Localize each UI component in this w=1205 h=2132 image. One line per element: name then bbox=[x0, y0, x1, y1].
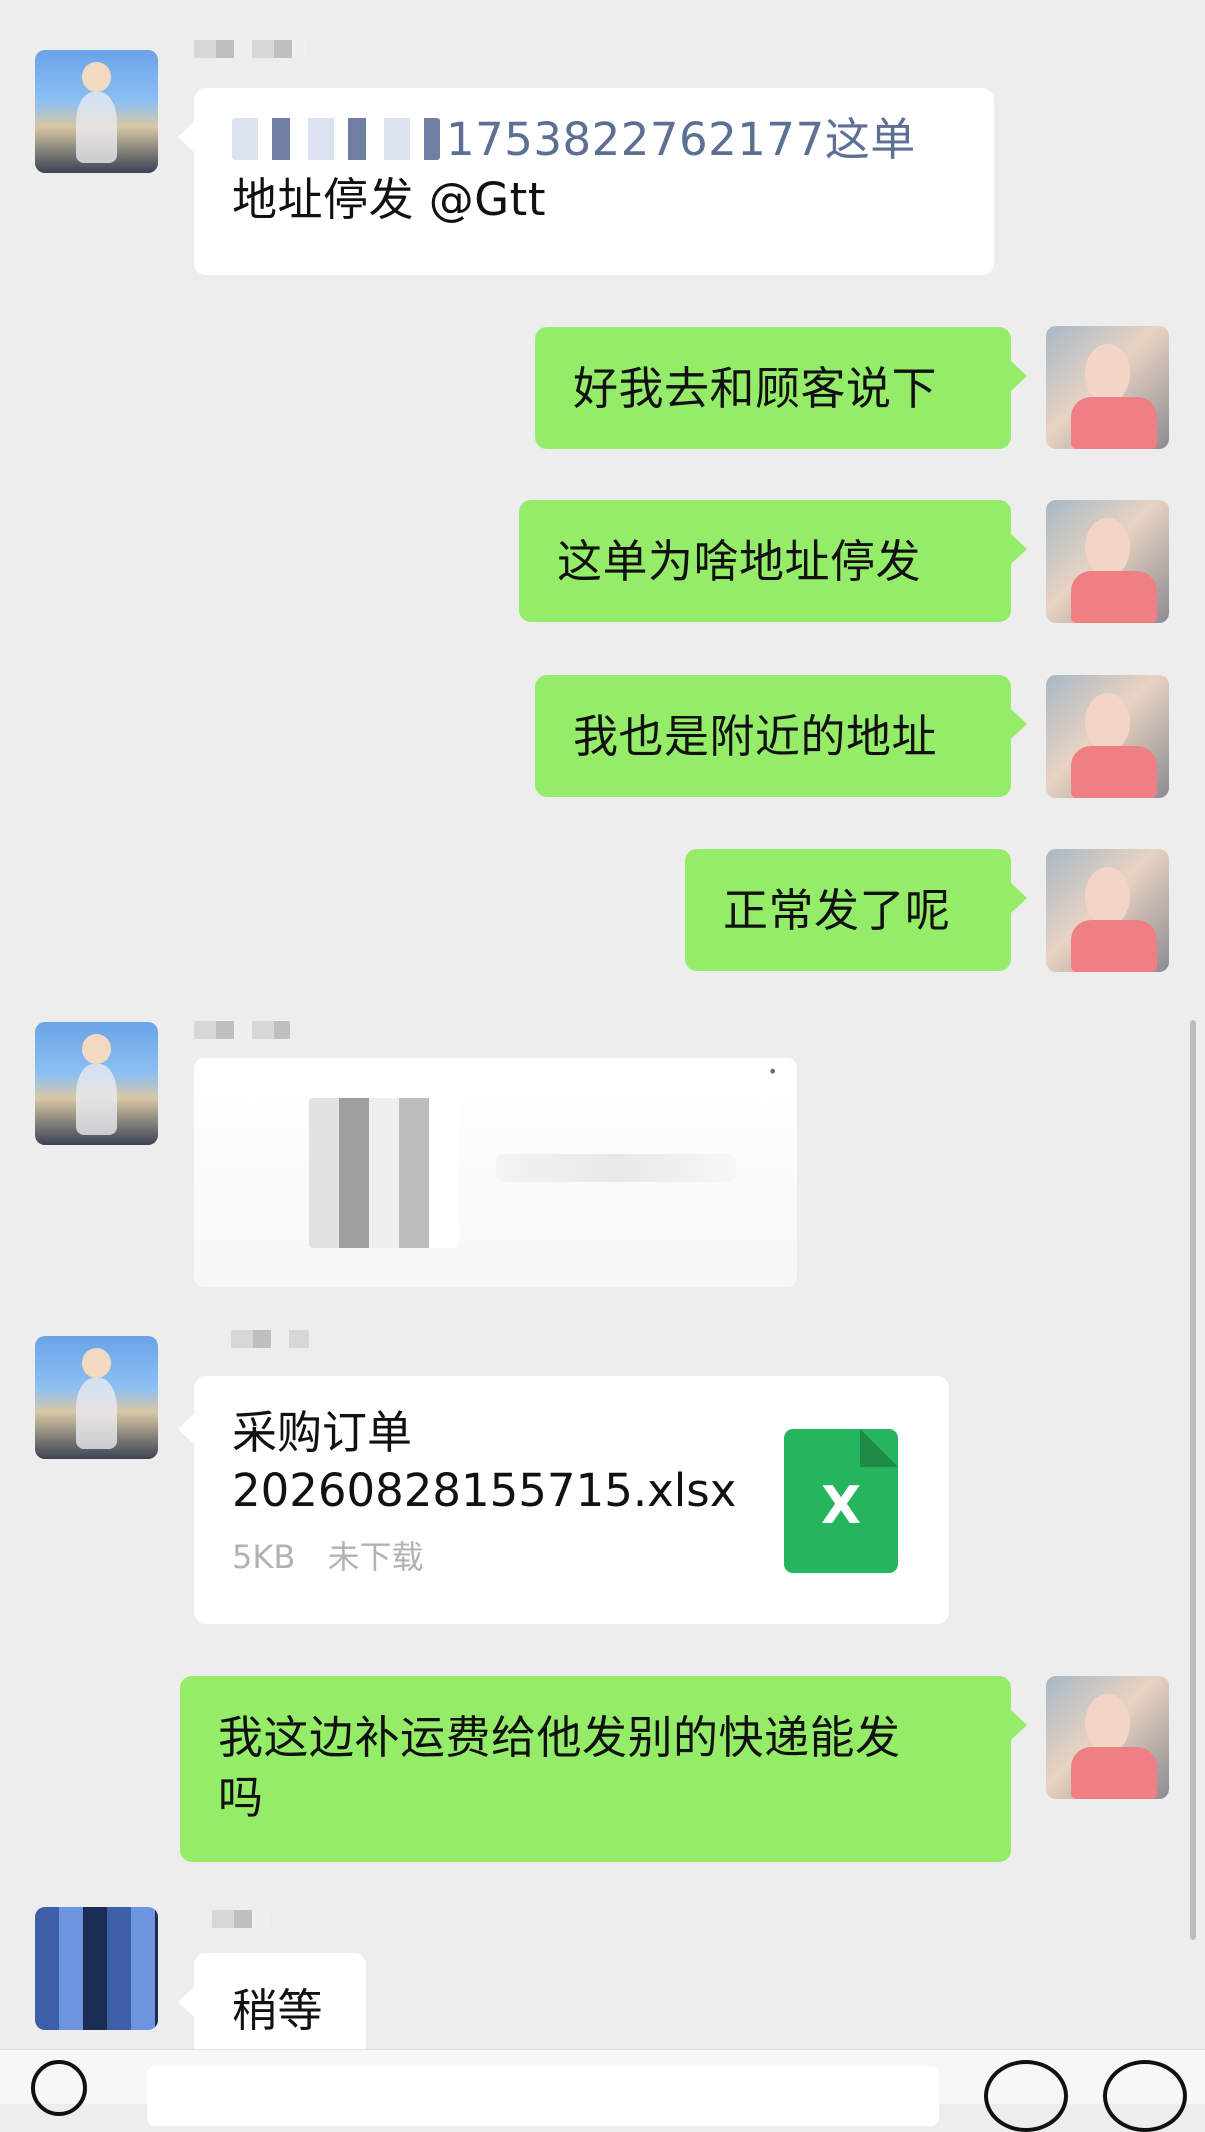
file-message[interactable]: 采购订单 20260828155715.xlsx 5KB 未下载 X bbox=[178, 1376, 949, 1624]
file-status: 未下载 bbox=[327, 1538, 424, 1576]
chat-window: 1753822762177这单 地址停发 @Gtt 好我去和顾客说下 这单为啥地… bbox=[0, 0, 1205, 2132]
image-corner-mark: • bbox=[768, 1062, 778, 1081]
avatar-face bbox=[1085, 518, 1130, 578]
avatar-face bbox=[81, 1034, 112, 1064]
message-line-1: 我这边补运费给他发别的快递能发 bbox=[218, 1711, 901, 1764]
composer-bar bbox=[0, 2049, 1205, 2132]
avatar-body bbox=[1070, 571, 1157, 623]
user-avatar[interactable] bbox=[1046, 675, 1169, 798]
user-avatar[interactable] bbox=[1046, 849, 1169, 972]
message-input[interactable] bbox=[147, 2066, 939, 2126]
avatar-body bbox=[75, 1063, 118, 1136]
contact-avatar[interactable] bbox=[35, 1022, 158, 1145]
sender-name-redacted bbox=[194, 40, 306, 58]
spreadsheet-icon: X bbox=[784, 1429, 898, 1573]
contact-avatar[interactable] bbox=[35, 1336, 158, 1459]
outgoing-message[interactable]: 正常发了呢 bbox=[685, 849, 1027, 971]
outgoing-message[interactable]: 我也是附近的地址 bbox=[535, 675, 1027, 797]
avatar-face bbox=[1085, 1694, 1130, 1754]
outgoing-message[interactable]: 这单为啥地址停发 bbox=[519, 500, 1027, 622]
sender-name-redacted bbox=[212, 1910, 270, 1928]
outgoing-message[interactable]: 我这边补运费给他发别的快递能发 吗 bbox=[180, 1676, 1027, 1862]
outgoing-message[interactable]: 好我去和顾客说下 bbox=[535, 327, 1027, 449]
scrollbar[interactable] bbox=[1190, 1020, 1196, 1940]
file-size: 5KB bbox=[232, 1538, 296, 1576]
file-name-line-1: 采购订单 bbox=[232, 1406, 413, 1459]
excel-x-glyph: X bbox=[820, 1476, 862, 1536]
contact-avatar[interactable] bbox=[35, 50, 158, 173]
file-name-line-2: 20260828155715.xlsx bbox=[232, 1464, 737, 1517]
emoji-icon[interactable] bbox=[984, 2060, 1068, 2132]
avatar-body bbox=[75, 91, 118, 164]
blurred-image bbox=[309, 1098, 459, 1248]
avatar-body bbox=[1070, 397, 1157, 449]
user-avatar[interactable] bbox=[1046, 1676, 1169, 1799]
incoming-message[interactable]: 1753822762177这单 地址停发 @Gtt bbox=[178, 88, 994, 275]
message-line-2: 吗 bbox=[218, 1771, 264, 1824]
user-avatar[interactable] bbox=[1046, 500, 1169, 623]
avatar-face bbox=[81, 1348, 112, 1378]
order-number: 1753822762177这单 bbox=[446, 113, 916, 166]
sender-name-redacted bbox=[231, 1330, 309, 1348]
blurred-text bbox=[496, 1154, 736, 1182]
avatar-body bbox=[75, 1377, 118, 1450]
image-message[interactable]: • bbox=[194, 1058, 797, 1287]
message-line-2: 地址停发 @Gtt bbox=[232, 173, 546, 226]
microphone-icon[interactable] bbox=[31, 2060, 87, 2116]
sender-name-redacted bbox=[194, 1021, 290, 1039]
redacted-prefix bbox=[232, 118, 440, 160]
contact-avatar[interactable] bbox=[35, 1907, 158, 2030]
avatar-face bbox=[1085, 693, 1130, 753]
plus-icon[interactable] bbox=[1103, 2060, 1187, 2132]
avatar-body bbox=[1070, 1747, 1157, 1799]
avatar-face bbox=[1085, 344, 1130, 404]
avatar-body bbox=[1070, 920, 1157, 972]
avatar-face bbox=[1085, 867, 1130, 927]
incoming-message[interactable]: 稍等 bbox=[178, 1953, 366, 2063]
avatar-body bbox=[1070, 746, 1157, 798]
user-avatar[interactable] bbox=[1046, 326, 1169, 449]
file-name: 采购订单 20260828155715.xlsx bbox=[232, 1404, 752, 1520]
avatar-face bbox=[81, 62, 112, 92]
